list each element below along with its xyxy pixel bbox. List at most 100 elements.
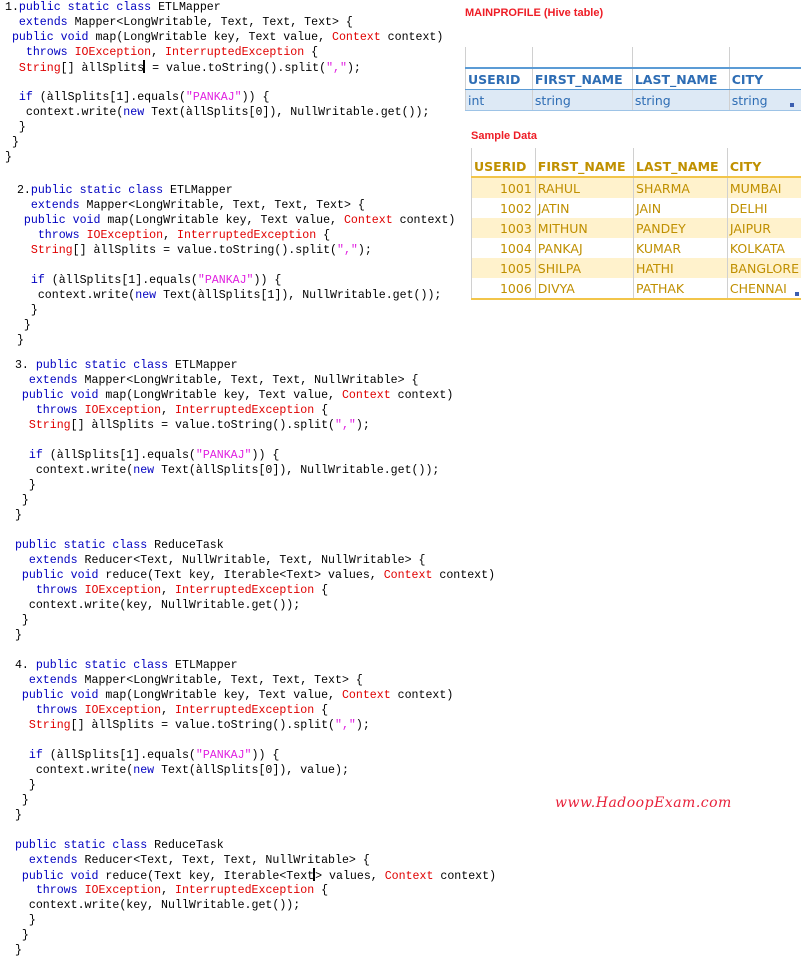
- sample-data-cell[interactable]: RAHUL: [534, 177, 634, 198]
- code-text: Reducer<Text, Text, Text, NullWritable> …: [77, 854, 370, 867]
- sample-data-cell[interactable]: 1004: [471, 238, 536, 258]
- sample-data-cell[interactable]: PANKAJ: [534, 238, 634, 258]
- code-text: ReduceTask: [147, 539, 224, 552]
- schema-spacer-row: [465, 47, 801, 69]
- code-line: }: [8, 778, 453, 793]
- code-line: String[] àllSplits = value.toString().sp…: [10, 243, 455, 258]
- code-line: extends Mapper<LongWritable, Text, Text,…: [5, 15, 443, 30]
- sample-data-cell[interactable]: 1003: [471, 218, 536, 238]
- code-keyword: if: [28, 749, 43, 762]
- code-line: }: [10, 303, 455, 318]
- sample-data-cell[interactable]: JAIN: [633, 198, 728, 218]
- sample-data-row: 1006 DIVYA PATHAK CHENNAI: [471, 278, 801, 300]
- code-text: context.write(: [10, 289, 136, 302]
- sample-data-cell[interactable]: PATHAK: [633, 278, 728, 300]
- sample-data-cell[interactable]: SHARMA: [633, 177, 728, 198]
- code-keyword: throws: [25, 46, 68, 59]
- sample-data-cell[interactable]: SHILPA: [534, 258, 634, 278]
- code-line: }: [8, 493, 453, 508]
- schema-table-resize-handle[interactable]: [790, 103, 794, 107]
- schema-header-cell[interactable]: USERID: [465, 68, 533, 90]
- sample-data-cell[interactable]: KOLKATA: [726, 238, 801, 258]
- code-text: }: [10, 319, 31, 332]
- code-text: map(LongWritable key, Text value,: [98, 389, 342, 402]
- code-line: throws IOException, InterruptedException…: [8, 883, 496, 898]
- sample-data-cell[interactable]: 1006: [471, 278, 536, 300]
- schema-type-row: int string string string: [465, 89, 801, 111]
- code-text: }: [8, 794, 29, 807]
- sample-header-cell[interactable]: FIRST_NAME: [534, 156, 634, 178]
- code-string: ",": [335, 419, 356, 432]
- code-text: ,: [151, 46, 166, 59]
- sample-data-cell[interactable]: BANGLORE: [726, 258, 801, 278]
- code-line: public void map(LongWritable key, Text v…: [5, 30, 443, 45]
- sample-data-cell[interactable]: HATHI: [633, 258, 728, 278]
- code-text: = value.toString().split(: [145, 62, 327, 75]
- sample-data-cell[interactable]: DIVYA: [534, 278, 634, 300]
- code-type: Context: [332, 31, 381, 44]
- code-text: {: [314, 884, 329, 897]
- code-text: context): [380, 31, 444, 44]
- code-type: Context: [343, 214, 393, 227]
- code-line: extends Mapper<LongWritable, Text, Text,…: [8, 373, 453, 388]
- schema-header-cell[interactable]: FIRST_NAME: [531, 68, 633, 90]
- code-type: IOException: [84, 404, 162, 417]
- watermark-link[interactable]: www.HadoopExam.com: [555, 795, 732, 811]
- code-text: );: [355, 719, 370, 732]
- sample-data-cell[interactable]: PANDEY: [633, 218, 728, 238]
- sample-header-row: USERID FIRST_NAME LAST_NAME CITY: [471, 156, 801, 178]
- sample-data-cell[interactable]: 1005: [471, 258, 536, 278]
- code-text: ETLMapper: [168, 359, 238, 372]
- code-text: context.write(: [5, 106, 124, 119]
- sample-header-cell[interactable]: LAST_NAME: [633, 156, 728, 178]
- sample-data-row: 1005 SHILPA HATHI BANGLORE: [471, 258, 801, 278]
- code-text: 3.: [8, 359, 36, 372]
- code-type: String: [28, 419, 71, 432]
- sample-table-resize-handle[interactable]: [795, 292, 799, 296]
- code-keyword: if: [28, 449, 43, 462]
- code-text: {: [316, 229, 331, 242]
- schema-type-cell[interactable]: string: [531, 89, 633, 111]
- schema-type-cell[interactable]: int: [465, 89, 533, 111]
- sample-header-cell[interactable]: USERID: [471, 156, 536, 178]
- code-text: ,: [163, 229, 178, 242]
- code-line: context.write(key, NullWritable.get());: [8, 898, 496, 913]
- schema-type-cell[interactable]: string: [728, 89, 801, 111]
- code-text: 2.: [10, 184, 31, 197]
- sample-data-row: 1002 JATIN JAIN DELHI: [471, 198, 801, 218]
- sample-data-cell[interactable]: CHENNAI: [726, 278, 801, 300]
- code-line: throws IOException, InterruptedException…: [8, 403, 453, 418]
- code-text: Mapper<LongWritable, Text, Text, Text> {: [77, 674, 363, 687]
- code-text: }: [8, 614, 29, 627]
- sample-header-cell[interactable]: CITY: [726, 156, 801, 178]
- sample-data-cell[interactable]: JAIPUR: [726, 218, 801, 238]
- sample-data-cell[interactable]: KUMAR: [633, 238, 728, 258]
- sample-data-cell[interactable]: MITHUN: [534, 218, 634, 238]
- code-line: context.write(new Text(àllSplits[0]), Nu…: [8, 463, 453, 478]
- code-text: context.write(: [8, 764, 134, 777]
- code-line: throws IOException, InterruptedException…: [8, 583, 495, 598]
- code-line: throws IOException, InterruptedException…: [10, 228, 455, 243]
- code-line: }: [10, 333, 455, 348]
- code-text: Text(àllSplits[0]), value);: [154, 764, 349, 777]
- code-keyword: public void: [21, 689, 99, 702]
- schema-type-cell[interactable]: string: [631, 89, 730, 111]
- schema-header-cell[interactable]: LAST_NAME: [631, 68, 730, 90]
- sample-data-cell[interactable]: DELHI: [726, 198, 801, 218]
- schema-header-cell[interactable]: CITY: [728, 68, 801, 90]
- sample-data-cell[interactable]: MUMBAI: [726, 177, 801, 198]
- sample-data-cell[interactable]: JATIN: [534, 198, 634, 218]
- code-keyword: public static class: [14, 839, 148, 852]
- sample-data-cell[interactable]: 1002: [471, 198, 536, 218]
- sample-data-cell[interactable]: 1001: [471, 177, 536, 198]
- code-keyword: extends: [28, 554, 78, 567]
- code-line: context.write(new Text(àllSplits[0]), va…: [8, 763, 453, 778]
